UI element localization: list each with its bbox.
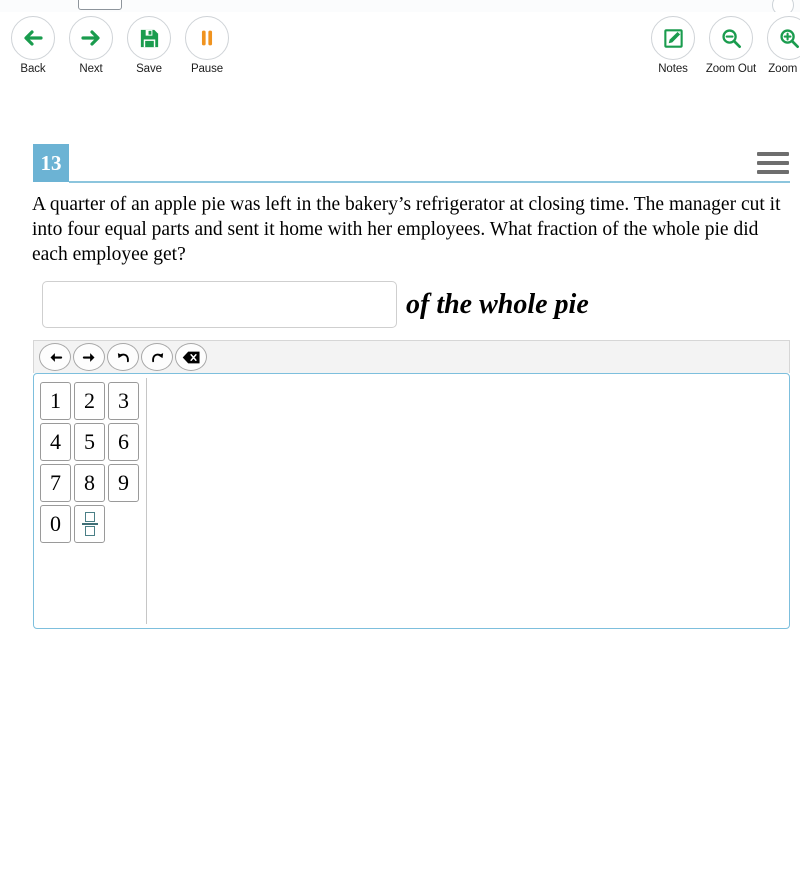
keypad-toolbar — [33, 340, 790, 373]
zoom-out-button[interactable]: Zoom Out — [702, 12, 760, 78]
hamburger-bar — [757, 152, 789, 156]
move-left-button[interactable] — [39, 343, 71, 371]
zoom-out-button-label: Zoom Out — [705, 63, 757, 75]
arrow-left-icon — [24, 30, 43, 46]
key-7[interactable]: 7 — [40, 464, 71, 502]
back-button-label: Back — [20, 63, 46, 75]
back-button[interactable]: Back — [4, 12, 62, 78]
key-9[interactable]: 9 — [108, 464, 139, 502]
next-button-circle — [69, 16, 113, 60]
arrow-right-icon — [81, 30, 100, 46]
pencil-square-icon — [663, 28, 683, 48]
question-number-badge: 13 — [33, 144, 69, 182]
keypad-divider — [146, 378, 147, 624]
key-5[interactable]: 5 — [74, 423, 105, 461]
back-button-circle — [11, 16, 55, 60]
arrow-left-icon — [50, 352, 62, 362]
keypad-panel: 1 2 3 4 5 6 7 8 9 0 — [33, 373, 790, 629]
answer-suffix-label: of the whole pie — [406, 288, 589, 320]
notes-button-circle — [651, 16, 695, 60]
key-0[interactable]: 0 — [40, 505, 71, 543]
answer-input[interactable] — [42, 281, 397, 328]
key-3[interactable]: 3 — [108, 382, 139, 420]
next-button[interactable]: Next — [62, 12, 120, 78]
zoom-in-button[interactable]: Zoom In — [760, 12, 800, 78]
backspace-button[interactable] — [175, 343, 207, 371]
question-header: 13 — [33, 144, 790, 183]
save-button-circle — [127, 16, 171, 60]
next-button-label: Next — [79, 63, 103, 75]
backspace-icon — [182, 351, 200, 363]
key-4[interactable]: 4 — [40, 423, 71, 461]
floppy-disk-icon — [140, 29, 158, 47]
redo-button[interactable] — [141, 343, 173, 371]
redo-arrow-icon — [151, 352, 163, 362]
key-2[interactable]: 2 — [74, 382, 105, 420]
undo-arrow-icon — [117, 352, 129, 362]
question-text: A quarter of an apple pie was left in th… — [32, 194, 781, 265]
pause-icon — [201, 30, 213, 46]
keypad-grid: 1 2 3 4 5 6 7 8 9 0 — [40, 382, 146, 543]
magnifier-plus-icon — [779, 28, 799, 48]
pause-button-circle — [185, 16, 229, 60]
move-right-button[interactable] — [73, 343, 105, 371]
toolbar-left-group: Back Next Save Pause — [4, 12, 236, 78]
question-content-area: 13 A quarter of an apple pie was left in… — [0, 78, 800, 890]
arrow-right-icon — [82, 352, 94, 362]
hamburger-menu-icon[interactable] — [757, 152, 789, 174]
pause-button[interactable]: Pause — [178, 12, 236, 78]
fraction-denominator-box — [84, 526, 95, 536]
save-button-label: Save — [136, 63, 162, 75]
pause-button-label: Pause — [190, 63, 224, 75]
notes-button-label: Notes — [658, 63, 688, 75]
zoom-in-button-circle — [767, 16, 800, 60]
fraction-bar — [81, 523, 98, 525]
key-fraction[interactable] — [74, 505, 105, 543]
magnifier-minus-icon — [721, 28, 741, 48]
main-toolbar: Back Next Save Pause Notes Zoom Out Zoom — [0, 12, 800, 79]
hamburger-bar — [757, 161, 789, 165]
save-button[interactable]: Save — [120, 12, 178, 78]
fraction-icon — [81, 512, 98, 536]
undo-button[interactable] — [107, 343, 139, 371]
answer-row: of the whole pie — [42, 281, 589, 328]
fraction-numerator-box — [84, 512, 95, 522]
key-6[interactable]: 6 — [108, 423, 139, 461]
hamburger-bar — [757, 170, 789, 174]
zoom-out-button-circle — [709, 16, 753, 60]
zoom-in-button-label: Zoom In — [768, 63, 800, 75]
question-header-rule — [69, 181, 790, 183]
clipped-input-box[interactable] — [78, 0, 122, 10]
notes-button[interactable]: Notes — [644, 12, 702, 78]
toolbar-right-group: Notes Zoom Out Zoom In — [644, 12, 800, 78]
key-1[interactable]: 1 — [40, 382, 71, 420]
key-8[interactable]: 8 — [74, 464, 105, 502]
